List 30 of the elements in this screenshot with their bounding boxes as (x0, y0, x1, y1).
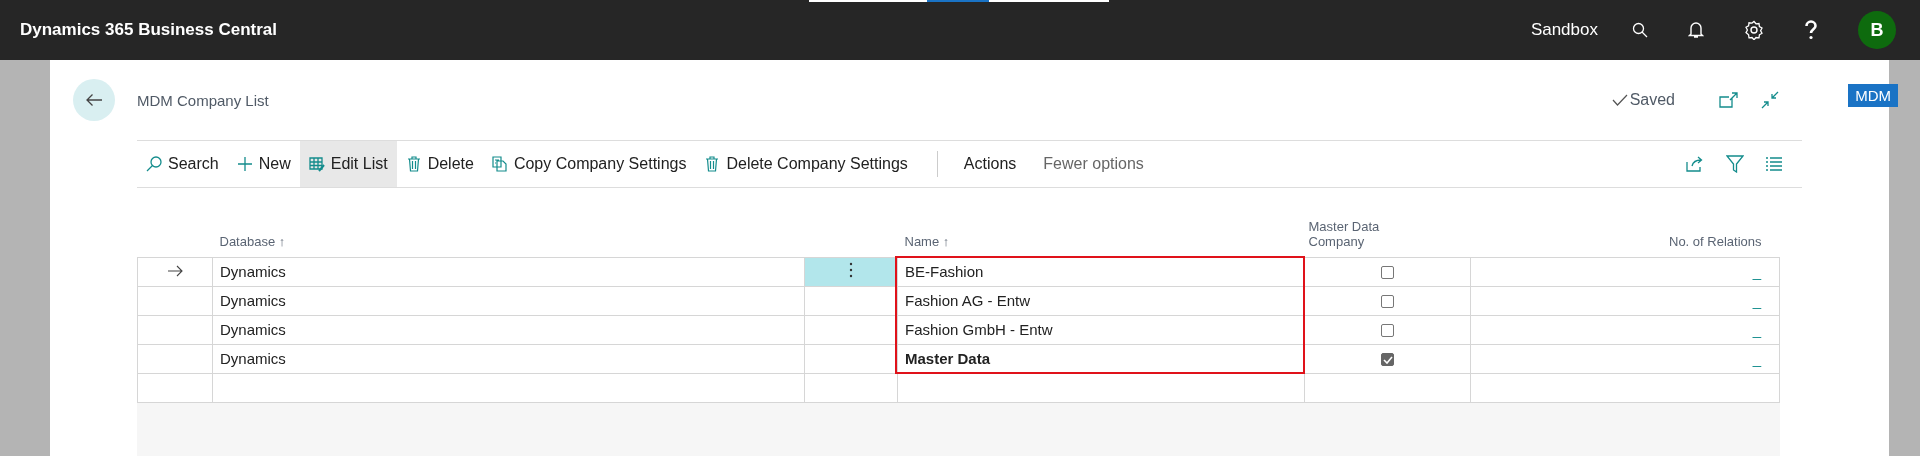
app-title: Dynamics 365 Business Central (20, 20, 277, 40)
table-cell: BE-Fashion (905, 262, 984, 280)
table-cell: Master Data (905, 349, 991, 367)
table-cell: Dynamics (220, 349, 286, 367)
action-button[interactable]: Copy Company Settings (482, 141, 696, 187)
relations-link[interactable]: _ (1752, 349, 1761, 367)
table-cell: Dynamics (220, 291, 286, 309)
action-button[interactable]: Delete (396, 141, 483, 187)
table-cell: Fashion GmbH - Entw (905, 320, 1053, 338)
column-header[interactable]: Name ↑ (904, 233, 950, 249)
relations-link[interactable]: _ (1752, 291, 1761, 309)
actions-menu[interactable]: Actions (937, 141, 1035, 187)
table-cell: Dynamics (220, 262, 286, 280)
action-button[interactable]: Edit List (299, 141, 397, 187)
action-button[interactable]: Delete Company Settings (695, 141, 917, 187)
table-cell: Dynamics (220, 320, 286, 338)
side-badge: MDM (1848, 84, 1898, 107)
column-header[interactable]: Database ↑ (219, 233, 286, 249)
column-header[interactable]: Master Data Company (1308, 218, 1419, 249)
relations-link[interactable]: _ (1752, 262, 1761, 280)
user-avatar[interactable]: B (1858, 11, 1896, 49)
fewer-options-button[interactable]: Fewer options (1034, 141, 1153, 187)
relations-link[interactable]: _ (1752, 320, 1761, 338)
save-status: Saved (1629, 91, 1675, 109)
action-button[interactable]: New (227, 141, 300, 187)
page-title: MDM Company List (137, 91, 269, 109)
table-cell: Fashion AG - Entw (905, 291, 1031, 309)
column-header[interactable]: No. of Relations (1669, 233, 1762, 249)
action-button[interactable]: Search (137, 141, 228, 187)
environment-label: Sandbox (1530, 20, 1598, 40)
